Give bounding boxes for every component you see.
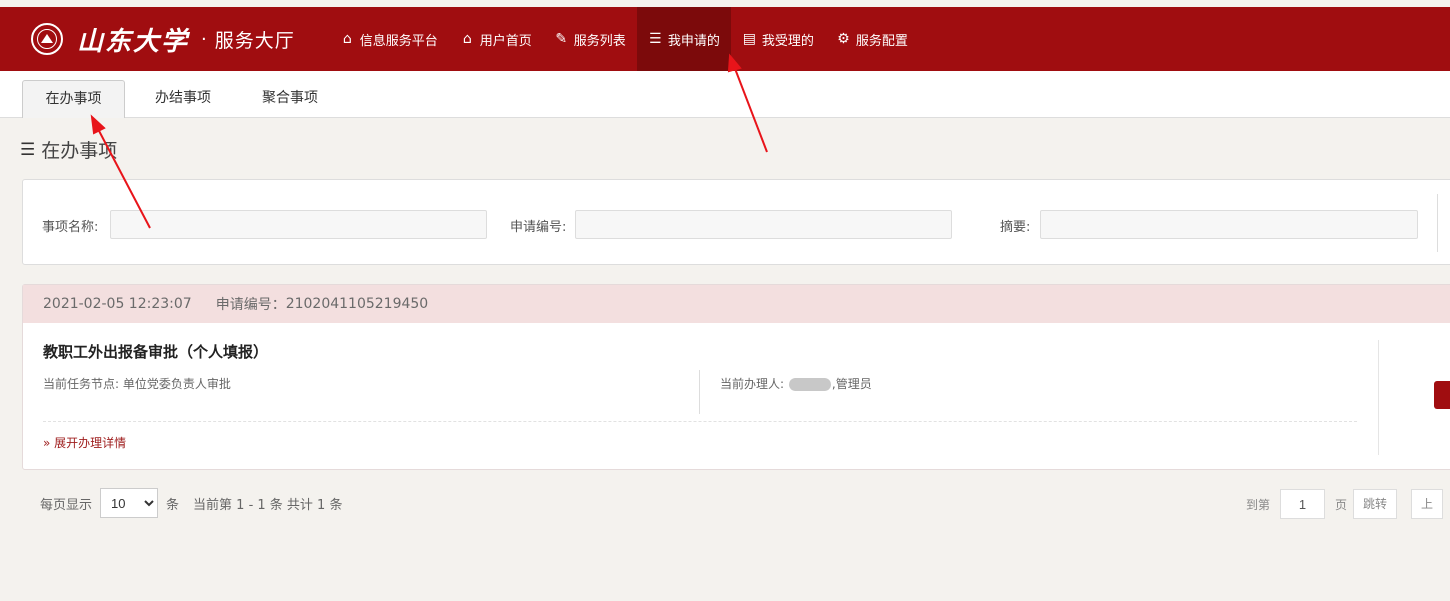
goto-page-input[interactable]	[1280, 489, 1326, 519]
university-seal-icon	[31, 23, 63, 55]
name-filter-input[interactable]	[110, 210, 487, 239]
list-icon: ☰	[649, 31, 662, 47]
handler-label: 当前办理人:	[720, 377, 785, 391]
node-label: 当前任务节点:	[43, 377, 120, 391]
nav-item-my-applications[interactable]: ☰ 我申请的	[636, 7, 731, 71]
chevrons-down-icon: »	[43, 436, 51, 450]
per-page-label: 每页显示	[40, 497, 93, 513]
redacted-name	[788, 378, 831, 391]
nav-item-service-config[interactable]: ⚙ 服务配置	[825, 7, 919, 71]
tasks-icon: ▤	[742, 31, 756, 47]
page-title: ☰ 在办事项	[20, 136, 117, 163]
nav-label: 我申请的	[667, 33, 720, 49]
main-nav: ⌂ 信息服务平台 ⌂ 用户首页 ✎ 服务列表 ☰ 我申请的 ▤ 我受理的 ⚙ 服…	[329, 7, 919, 71]
pagination-controls: 到第 页 跳转 上	[1246, 489, 1444, 519]
tab-completed[interactable]: 办结事项	[143, 80, 223, 118]
card-title[interactable]: 教职工外出报备审批（个人填报）	[43, 341, 268, 362]
goto-label: 到第	[1246, 497, 1271, 512]
card-header: 2021-02-05 12:23:07 申请编号： 21020411052194…	[23, 285, 1450, 323]
page-title-text: 在办事项	[41, 140, 118, 162]
application-card: 2021-02-05 12:23:07 申请编号： 21020411052194…	[22, 284, 1450, 470]
nav-label: 服务列表	[573, 33, 626, 49]
card-node: 当前任务节点: 单位党委负责人审批	[43, 375, 231, 392]
summary-filter-input[interactable]	[1040, 210, 1418, 239]
name-filter-label: 事项名称:	[42, 220, 99, 235]
card-handler: 当前办理人: ,管理员	[720, 375, 872, 392]
nav-label: 信息服务平台	[359, 33, 438, 49]
nav-item-user-home[interactable]: ⌂ 用户首页	[449, 7, 543, 71]
card-dashed-divider	[43, 421, 1357, 422]
expand-details-link[interactable]: » 展开办理详情	[43, 434, 126, 451]
page-unit: 页	[1335, 497, 1348, 512]
nav-item-my-accepted[interactable]: ▤ 我受理的	[731, 7, 825, 71]
edit-icon: ✎	[555, 31, 568, 47]
top-navbar: 山东大学 · 服务大厅 ⌂ 信息服务平台 ⌂ 用户首页 ✎ 服务列表 ☰ 我申请…	[0, 7, 1450, 71]
card-datetime: 2021-02-05 12:23:07	[43, 296, 192, 312]
arrow-head-tab	[90, 114, 106, 135]
home-icon: ⌂	[342, 31, 352, 47]
handler-suffix: ,管理员	[831, 377, 872, 391]
number-filter-label: 申请编号:	[510, 220, 567, 235]
nav-label: 我受理的	[761, 33, 814, 49]
pagination-summary: 当前第 1 - 1 条 共计 1 条	[193, 497, 343, 513]
gears-icon: ⚙	[837, 31, 850, 47]
app-title: 服务大厅	[214, 29, 295, 52]
filter-panel: 事项名称: 申请编号: 摘要:	[22, 179, 1450, 265]
card-number: 2102041105219450	[285, 296, 429, 312]
per-page-select[interactable]: 10	[100, 488, 159, 518]
node-value: 单位党委负责人审批	[122, 377, 231, 391]
tab-aggregated[interactable]: 聚合事项	[250, 80, 330, 118]
expand-details-label: 展开办理详情	[54, 436, 127, 450]
prev-page-button[interactable]: 上	[1411, 489, 1444, 519]
tab-in-progress[interactable]: 在办事项	[22, 80, 125, 118]
nav-item-service-list[interactable]: ✎ 服务列表	[543, 7, 637, 71]
list-icon: ☰	[20, 139, 36, 160]
nav-item-info-platform[interactable]: ⌂ 信息服务平台	[329, 7, 449, 71]
nav-label: 用户首页	[479, 33, 532, 49]
filter-divider	[1437, 194, 1438, 252]
summary-filter-label: 摘要:	[1000, 220, 1031, 235]
home-icon: ⌂	[462, 31, 472, 47]
pagination-info: 每页显示 10 条 当前第 1 - 1 条 共计 1 条	[40, 488, 342, 518]
university-logo[interactable]: 山东大学	[31, 21, 189, 58]
jump-button[interactable]: 跳转	[1353, 489, 1398, 519]
tabs-bar: 在办事项 办结事项 聚合事项	[0, 71, 1450, 118]
nav-label: 服务配置	[855, 33, 908, 49]
per-page-unit: 条	[166, 497, 180, 513]
title-separator: ·	[201, 28, 207, 50]
card-action-divider	[1378, 340, 1379, 455]
card-divider	[699, 370, 700, 414]
university-name-calligraphy: 山东大学	[77, 26, 190, 57]
card-number-label: 申请编号：	[215, 297, 286, 313]
number-filter-input[interactable]	[575, 210, 952, 239]
card-action-button[interactable]	[1434, 381, 1450, 409]
